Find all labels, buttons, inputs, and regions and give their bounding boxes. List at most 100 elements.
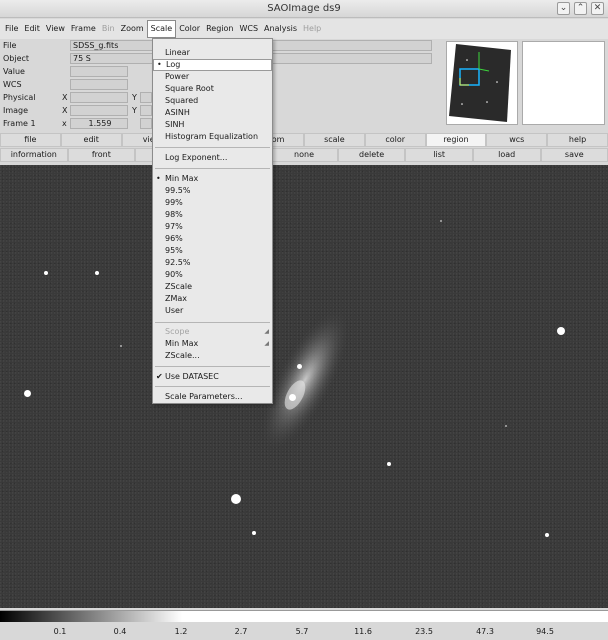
zoom-x-label: x [62,119,67,128]
star [297,364,302,369]
minimize-button[interactable]: ⌄ [557,2,570,15]
scale-log-exponent[interactable]: Log Exponent... [153,152,272,164]
scale-squared[interactable]: Squared [153,95,272,107]
limits-90[interactable]: 90% [153,269,272,281]
button-region[interactable]: region [425,133,487,147]
use-datasec-toggle[interactable]: ✔ Use DATASEC [153,371,272,383]
colorbar[interactable] [0,610,608,622]
button-file[interactable]: file [0,133,61,147]
scale-sinh[interactable]: SINH [153,119,272,131]
menu-separator [155,366,270,367]
scale-square-root[interactable]: Square Root [153,83,272,95]
menu-separator [155,386,270,387]
galaxy-image [260,308,350,452]
button-save[interactable]: save [540,148,608,162]
frame-extra-value [140,118,152,129]
zscale-settings[interactable]: ZScale... [153,350,272,362]
menu-file[interactable]: File [2,20,21,38]
submenu-arrow-icon: ◢ [264,340,269,347]
colorbar-label: 5.7 [295,627,309,636]
scale-histogram-equalization[interactable]: Histogram Equalization [153,131,272,143]
button-delete[interactable]: delete [337,148,406,162]
colorbar-label: 11.6 [354,627,372,636]
limits-92-5[interactable]: 92.5% [153,257,272,269]
button-scale[interactable]: scale [303,133,365,147]
star [505,425,507,427]
limits-user[interactable]: User [153,305,272,317]
star [289,394,296,401]
image-label: Image [3,106,29,115]
star [120,345,122,347]
menu-separator [155,168,270,169]
scale-power[interactable]: Power [153,71,272,83]
value-label: Value [3,67,25,76]
menu-separator [155,147,270,148]
star [252,531,256,535]
button-bar-sub: information front none delete list load … [0,148,608,162]
maximize-button[interactable]: ⌃ [574,2,587,15]
submenu-arrow-icon: ◢ [264,328,269,335]
colorbar-label: 0.4 [113,627,127,636]
button-bar-main: file edit view zoom scale color region w… [0,133,608,147]
button-edit[interactable]: edit [60,133,122,147]
limits-99[interactable]: 99% [153,197,272,209]
limits-96[interactable]: 96% [153,233,272,245]
physical-y-label: Y [132,93,137,102]
menu-zoom[interactable]: Zoom [118,20,147,38]
colorbar-label: 2.7 [234,627,248,636]
scale-parameters[interactable]: Scale Parameters... [153,391,272,403]
limits-97[interactable]: 97% [153,221,272,233]
menu-edit[interactable]: Edit [21,20,43,38]
menu-color[interactable]: Color [176,20,203,38]
panner[interactable] [446,41,518,125]
minmax-submenu[interactable]: Min Max ◢ [153,338,272,350]
zoom-value: 1.559 [70,118,128,129]
menu-analysis[interactable]: Analysis [261,20,300,38]
menu-scale[interactable]: Scale [146,20,177,38]
menu-frame[interactable]: Frame [68,20,99,38]
button-help[interactable]: help [547,133,608,147]
physical-y-value [140,92,152,103]
limits-99-5[interactable]: 99.5% [153,185,272,197]
limits-zscale[interactable]: ZScale [153,281,272,293]
file-label: File [3,41,17,50]
close-button[interactable]: ✕ [591,2,604,15]
button-color[interactable]: color [364,133,426,147]
image-canvas[interactable] [0,165,608,608]
limits-zmax[interactable]: ZMax [153,293,272,305]
star [545,533,549,537]
title-bar: SAOImage ds9 ⌄ ⌃ ✕ [0,0,608,18]
colorbar-label: 0.1 [53,627,67,636]
frame-label: Frame 1 [3,119,36,128]
panner-thumbnail [449,44,511,122]
wcs-value [70,79,128,90]
limits-98[interactable]: 98% [153,209,272,221]
star [24,390,31,397]
image-x-value [70,105,128,116]
checkmark-icon: ✔ [156,372,163,381]
star [95,271,99,275]
button-wcs[interactable]: wcs [486,133,548,147]
physical-x-label: X [62,93,68,102]
colorbar-label: 1.2 [174,627,188,636]
menu-help: Help [303,24,322,33]
menubar: File Edit View Frame Bin Zoom Scale Colo… [0,19,608,39]
menu-wcs[interactable]: WCS [236,20,261,38]
button-list[interactable]: list [405,148,473,162]
button-information[interactable]: information [0,148,68,162]
window-title: SAOImage ds9 [267,3,341,14]
menu-region[interactable]: Region [203,20,236,38]
scale-linear[interactable]: Linear [153,47,272,59]
limits-95[interactable]: 95% [153,245,272,257]
menu-view[interactable]: View [43,20,68,38]
scale-log[interactable]: • Log [153,59,272,71]
scale-asinh[interactable]: ASINH [153,107,272,119]
limits-min-max[interactable]: • Min Max [153,173,272,185]
star [440,220,442,222]
button-load[interactable]: load [472,148,541,162]
scope-submenu: Scope ◢ [165,327,269,336]
colorbar-labels: 0.1 0.4 1.2 2.7 5.7 11.6 23.5 47.3 94.5 [0,627,608,639]
button-front[interactable]: front [67,148,136,162]
button-none[interactable]: none [270,148,338,162]
magnifier [522,41,605,125]
